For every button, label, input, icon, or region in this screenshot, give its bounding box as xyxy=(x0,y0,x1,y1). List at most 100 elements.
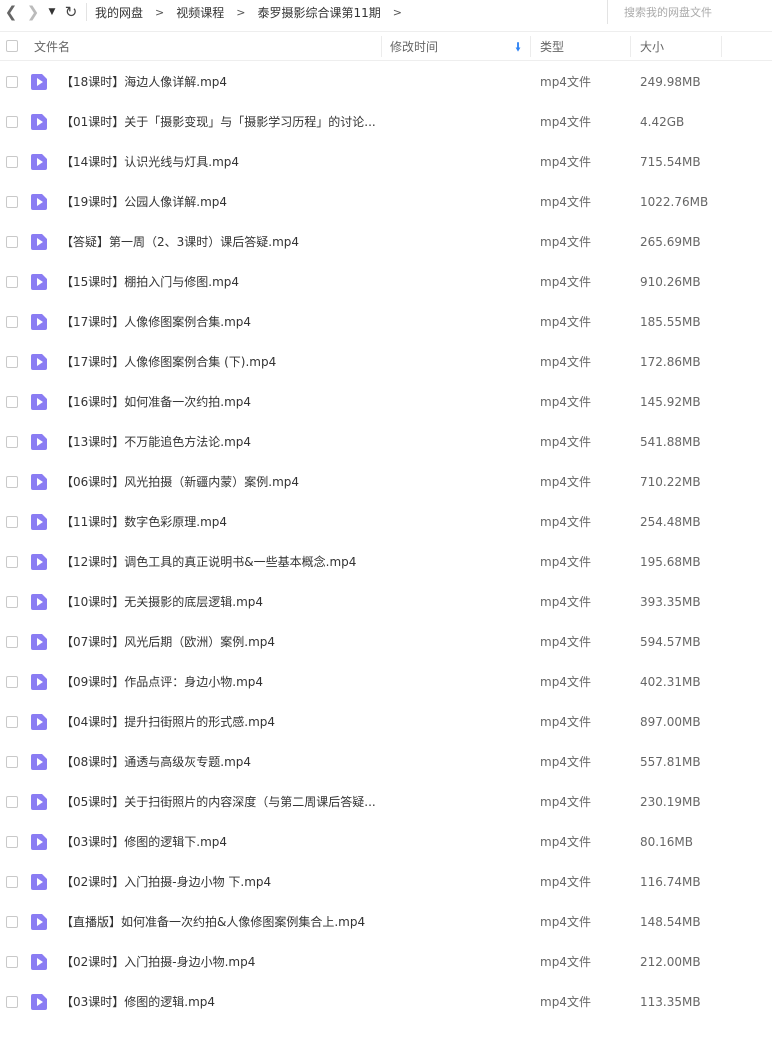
select-all-checkbox[interactable] xyxy=(6,40,18,52)
forward-icon[interactable]: ❯ xyxy=(22,0,44,24)
file-name[interactable]: 【03课时】修图的逻辑下.mp4 xyxy=(61,822,227,862)
file-row[interactable]: 【17课时】人像修图案例合集 (下).mp4 mp4文件 172.86MB xyxy=(0,342,772,382)
column-header-type[interactable]: 类型 xyxy=(540,32,564,60)
file-row[interactable]: 【08课时】通透与高级灰专题.mp4 mp4文件 557.81MB xyxy=(0,742,772,782)
file-type: mp4文件 xyxy=(540,755,591,769)
video-file-icon xyxy=(31,914,47,930)
file-row[interactable]: 【05课时】关于扫街照片的内容深度（与第二周课后答疑... mp4文件 230.19… xyxy=(0,782,772,822)
file-name[interactable]: 【08课时】通透与高级灰专题.mp4 xyxy=(61,742,251,782)
history-dropdown-icon[interactable]: ▼ xyxy=(44,0,60,24)
row-checkbox[interactable] xyxy=(6,236,18,248)
row-checkbox[interactable] xyxy=(6,996,18,1008)
column-header-modified[interactable]: 修改时间 xyxy=(390,32,438,60)
file-name[interactable]: 【答疑】第一周（2、3课时）课后答疑.mp4 xyxy=(61,222,299,262)
column-divider[interactable] xyxy=(381,36,382,57)
chevron-right-icon[interactable]: > xyxy=(393,6,402,19)
file-row[interactable]: 【19课时】公园人像详解.mp4 mp4文件 1022.76MB xyxy=(0,182,772,222)
file-name[interactable]: 【07课时】风光后期（欧洲）案例.mp4 xyxy=(61,622,275,662)
column-divider[interactable] xyxy=(630,36,631,57)
row-checkbox[interactable] xyxy=(6,476,18,488)
row-checkbox[interactable] xyxy=(6,836,18,848)
row-checkbox[interactable] xyxy=(6,516,18,528)
file-name[interactable]: 【16课时】如何准备一次约拍.mp4 xyxy=(61,382,251,422)
row-checkbox[interactable] xyxy=(6,116,18,128)
column-divider[interactable] xyxy=(721,36,722,57)
file-row[interactable]: 【04课时】提升扫街照片的形式感.mp4 mp4文件 897.00MB xyxy=(0,702,772,742)
file-row[interactable]: 【03课时】修图的逻辑下.mp4 mp4文件 80.16MB xyxy=(0,822,772,862)
file-name[interactable]: 【19课时】公园人像详解.mp4 xyxy=(61,182,227,222)
breadcrumb-item-video-courses[interactable]: 视频课程 xyxy=(176,4,224,21)
file-row[interactable]: 【06课时】风光拍摄（新疆内蒙）案例.mp4 mp4文件 710.22MB xyxy=(0,462,772,502)
row-checkbox[interactable] xyxy=(6,156,18,168)
file-name[interactable]: 【17课时】人像修图案例合集 (下).mp4 xyxy=(61,342,276,382)
row-checkbox[interactable] xyxy=(6,636,18,648)
file-row[interactable]: 【15课时】棚拍入门与修图.mp4 mp4文件 910.26MB xyxy=(0,262,772,302)
file-row[interactable]: 【答疑】第一周（2、3课时）课后答疑.mp4 mp4文件 265.69MB xyxy=(0,222,772,262)
row-checkbox[interactable] xyxy=(6,876,18,888)
video-file-icon xyxy=(31,794,47,810)
file-row[interactable]: 【01课时】关于「摄影变现」与「摄影学习历程」的讨论... mp4文件 4.42GB xyxy=(0,102,772,142)
file-name[interactable]: 【17课时】人像修图案例合集.mp4 xyxy=(61,302,251,342)
file-name[interactable]: 【01课时】关于「摄影变现」与「摄影学习历程」的讨论... xyxy=(61,102,376,142)
file-row[interactable]: 【02课时】入门拍摄-身边小物.mp4 mp4文件 212.00MB xyxy=(0,942,772,982)
file-name[interactable]: 【10课时】无关摄影的底层逻辑.mp4 xyxy=(61,582,263,622)
sort-descending-icon[interactable]: 🠛 xyxy=(515,38,521,59)
file-row[interactable]: 【17课时】人像修图案例合集.mp4 mp4文件 185.55MB xyxy=(0,302,772,342)
file-row[interactable]: 【直播版】如何准备一次约拍&人像修图案例集合上.mp4 mp4文件 148.54MB xyxy=(0,902,772,942)
file-name[interactable]: 【18课时】海边人像详解.mp4 xyxy=(61,62,227,102)
column-header-name[interactable]: 文件名 xyxy=(34,32,70,60)
row-checkbox[interactable] xyxy=(6,276,18,288)
file-name[interactable]: 【02课时】入门拍摄-身边小物 下.mp4 xyxy=(61,862,271,902)
file-row[interactable]: 【03课时】修图的逻辑.mp4 mp4文件 113.35MB xyxy=(0,982,772,1022)
file-size: 80.16MB xyxy=(640,835,693,849)
file-name[interactable]: 【直播版】如何准备一次约拍&人像修图案例集合上.mp4 xyxy=(61,902,365,942)
file-row[interactable]: 【12课时】调色工具的真正说明书&一些基本概念.mp4 mp4文件 195.68MB xyxy=(0,542,772,582)
file-type: mp4文件 xyxy=(540,715,591,729)
row-checkbox[interactable] xyxy=(6,316,18,328)
file-row[interactable]: 【16课时】如何准备一次约拍.mp4 mp4文件 145.92MB xyxy=(0,382,772,422)
file-row[interactable]: 【13课时】不万能追色方法论.mp4 mp4文件 541.88MB xyxy=(0,422,772,462)
file-name[interactable]: 【04课时】提升扫街照片的形式感.mp4 xyxy=(61,702,275,742)
file-row[interactable]: 【14课时】认识光线与灯具.mp4 mp4文件 715.54MB xyxy=(0,142,772,182)
file-row[interactable]: 【09课时】作品点评：身边小物.mp4 mp4文件 402.31MB xyxy=(0,662,772,702)
row-checkbox[interactable] xyxy=(6,436,18,448)
row-checkbox[interactable] xyxy=(6,676,18,688)
file-row[interactable]: 【02课时】入门拍摄-身边小物 下.mp4 mp4文件 116.74MB xyxy=(0,862,772,902)
file-type: mp4文件 xyxy=(540,995,591,1009)
file-name[interactable]: 【12课时】调色工具的真正说明书&一些基本概念.mp4 xyxy=(61,542,356,582)
video-file-icon xyxy=(31,874,47,890)
row-checkbox[interactable] xyxy=(6,916,18,928)
file-name[interactable]: 【06课时】风光拍摄（新疆内蒙）案例.mp4 xyxy=(61,462,299,502)
file-name[interactable]: 【09课时】作品点评：身边小物.mp4 xyxy=(61,662,263,702)
column-divider[interactable] xyxy=(530,36,531,57)
row-checkbox[interactable] xyxy=(6,796,18,808)
breadcrumb-item-my-drive[interactable]: 我的网盘 xyxy=(95,4,143,21)
toolbar: ❮ ❯ ▼ ↻ 我的网盘 > 视频课程 > 泰罗摄影综合课第11期 > xyxy=(0,0,772,24)
row-checkbox[interactable] xyxy=(6,76,18,88)
file-row[interactable]: 【18课时】海边人像详解.mp4 mp4文件 249.98MB xyxy=(0,62,772,102)
file-name[interactable]: 【14课时】认识光线与灯具.mp4 xyxy=(61,142,239,182)
file-size: 910.26MB xyxy=(640,275,701,289)
row-checkbox[interactable] xyxy=(6,756,18,768)
row-checkbox[interactable] xyxy=(6,396,18,408)
file-row[interactable]: 【07课时】风光后期（欧洲）案例.mp4 mp4文件 594.57MB xyxy=(0,622,772,662)
breadcrumb-item-current-folder[interactable]: 泰罗摄影综合课第11期 xyxy=(257,4,380,21)
file-name[interactable]: 【15课时】棚拍入门与修图.mp4 xyxy=(61,262,239,302)
row-checkbox[interactable] xyxy=(6,556,18,568)
file-name[interactable]: 【05课时】关于扫街照片的内容深度（与第二周课后答疑... xyxy=(61,782,376,822)
row-checkbox[interactable] xyxy=(6,716,18,728)
row-checkbox[interactable] xyxy=(6,596,18,608)
row-checkbox[interactable] xyxy=(6,196,18,208)
file-name[interactable]: 【11课时】数字色彩原理.mp4 xyxy=(61,502,227,542)
refresh-icon[interactable]: ↻ xyxy=(60,0,82,24)
column-header-size[interactable]: 大小 xyxy=(640,32,664,60)
file-row[interactable]: 【11课时】数字色彩原理.mp4 mp4文件 254.48MB xyxy=(0,502,772,542)
row-checkbox[interactable] xyxy=(6,956,18,968)
file-name[interactable]: 【02课时】入门拍摄-身边小物.mp4 xyxy=(61,942,255,982)
file-name[interactable]: 【13课时】不万能追色方法论.mp4 xyxy=(61,422,251,462)
search-input[interactable] xyxy=(622,4,766,20)
file-name[interactable]: 【03课时】修图的逻辑.mp4 xyxy=(61,982,215,1022)
row-checkbox[interactable] xyxy=(6,356,18,368)
file-row[interactable]: 【10课时】无关摄影的底层逻辑.mp4 mp4文件 393.35MB xyxy=(0,582,772,622)
back-icon[interactable]: ❮ xyxy=(0,0,22,24)
